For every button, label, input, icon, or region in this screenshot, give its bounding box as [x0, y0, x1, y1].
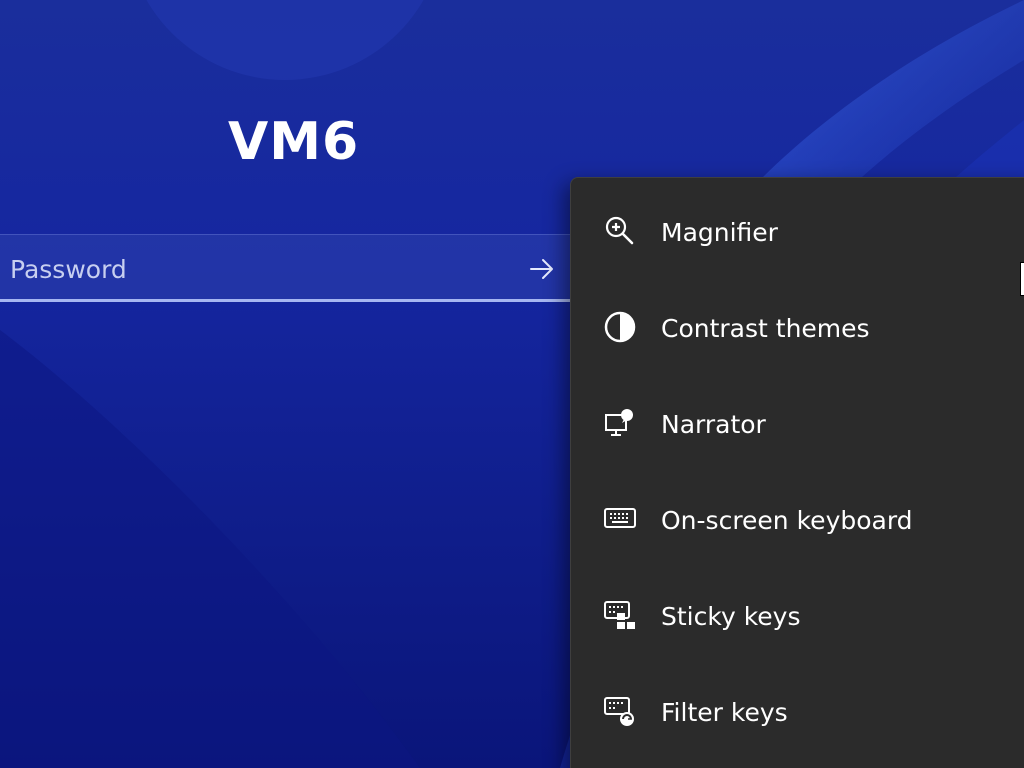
menu-item-magnifier[interactable]: Magnifier [571, 182, 1024, 278]
menu-item-filter-keys[interactable]: Filter keys [571, 662, 1024, 758]
filter-keys-icon [604, 697, 634, 726]
lock-screen: VM6 Password Magnifier Contrast themes N… [0, 0, 1024, 768]
menu-item-label: On-screen keyboard [661, 506, 913, 535]
keyboard-icon [604, 508, 636, 528]
menu-item-on-screen-keyboard[interactable]: On-screen keyboard [571, 470, 1024, 566]
menu-item-label: Filter keys [661, 698, 788, 727]
menu-item-narrator[interactable]: Narrator [571, 374, 1024, 470]
sticky-keys-icon [604, 601, 635, 629]
contrast-icon [604, 311, 636, 343]
password-field[interactable]: Password [0, 234, 570, 302]
menu-item-label: Narrator [661, 410, 766, 439]
menu-item-sticky-keys[interactable]: Sticky keys [571, 566, 1024, 662]
menu-item-label: Sticky keys [661, 602, 801, 631]
mouse-cursor [1020, 262, 1024, 296]
menu-item-contrast-themes[interactable]: Contrast themes [571, 278, 1024, 374]
magnifier-icon [605, 216, 634, 245]
menu-item-label: Magnifier [661, 218, 778, 247]
user-name: VM6 [228, 112, 360, 172]
narrator-icon [605, 409, 633, 436]
password-placeholder: Password [10, 255, 127, 284]
accessibility-menu: Magnifier Contrast themes Narrator On-sc… [570, 177, 1024, 768]
submit-arrow-icon[interactable] [528, 255, 556, 283]
menu-item-label: Contrast themes [661, 314, 870, 343]
